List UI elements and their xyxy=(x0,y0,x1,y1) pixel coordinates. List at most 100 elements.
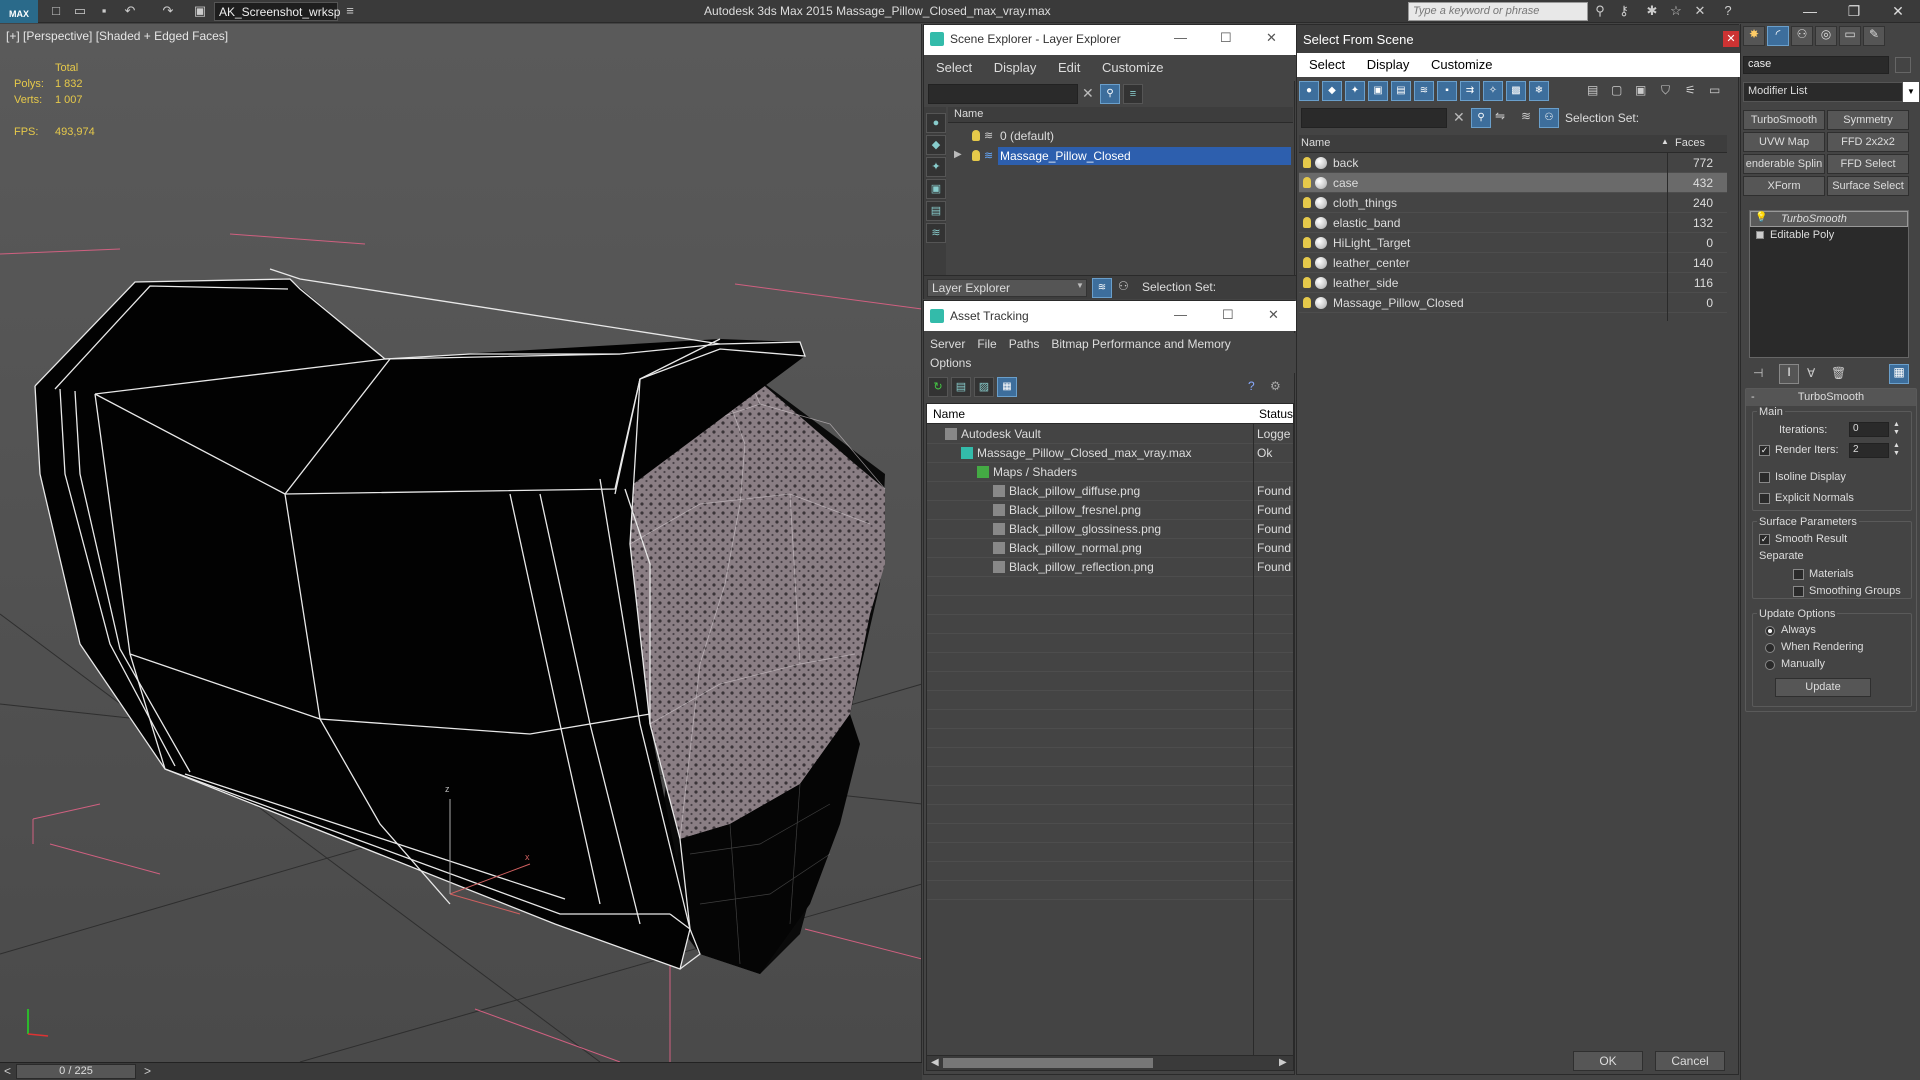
sfs-col-faces[interactable]: Faces xyxy=(1675,137,1705,149)
exchange-icon[interactable]: ✕ xyxy=(1692,3,1708,19)
se-cameras-filter-icon[interactable]: ▣ xyxy=(926,179,946,199)
sfs-bones-icon[interactable]: ✧ xyxy=(1483,81,1503,101)
sfs-shapes-icon[interactable]: ◆ xyxy=(1322,81,1342,101)
at-col-name[interactable]: Name xyxy=(933,407,965,421)
sfs-col-name[interactable]: Name xyxy=(1301,137,1330,149)
viewport-label[interactable]: [+] [Perspective] [Shaded + Edged Faces] xyxy=(6,29,228,43)
se-helpers-filter-icon[interactable]: ▤ xyxy=(926,201,946,221)
scene-object-row[interactable]: leather_center 140 xyxy=(1299,253,1727,273)
asset-tracking-maximize-icon[interactable]: ☐ xyxy=(1222,307,1234,323)
expand-arrow-icon[interactable]: ▶ xyxy=(954,149,962,160)
asset-row[interactable]: Black_pillow_normal.png Found xyxy=(927,539,1293,558)
mod-button-ffd[interactable]: FFD 2x2x2 xyxy=(1827,132,1909,152)
render-iters-spinner-arrows-icon[interactable]: ▲ ▼ xyxy=(1893,442,1900,458)
sfs-display-invert-icon[interactable]: ▣ xyxy=(1635,83,1646,97)
object-visibility-icon[interactable] xyxy=(1303,257,1311,268)
manually-radio[interactable] xyxy=(1765,660,1775,670)
keyword-search-input[interactable]: Type a keyword or phrase xyxy=(1408,2,1588,21)
expand-plus-icon[interactable] xyxy=(1756,231,1764,239)
time-prev-button[interactable]: < xyxy=(4,1064,11,1078)
subscription-icon[interactable]: ✱ xyxy=(1644,3,1660,19)
mod-button-surface-select[interactable]: Surface Select xyxy=(1827,176,1909,196)
asset-row[interactable]: Black_pillow_glossiness.png Found xyxy=(927,520,1293,539)
at-horizontal-scrollbar[interactable]: ◀ ▶ xyxy=(926,1055,1294,1071)
at-table-view-icon[interactable]: ▦ xyxy=(997,377,1017,397)
sfs-filter-icon[interactable]: ⛉ xyxy=(1661,83,1670,98)
minimize-window-icon[interactable]: — xyxy=(1788,0,1832,22)
sfs-cancel-button[interactable]: Cancel xyxy=(1655,1051,1725,1071)
se-lights-filter-icon[interactable]: ✦ xyxy=(926,157,946,177)
sort-ascending-icon[interactable]: ▲ xyxy=(1661,137,1669,146)
binoculars-icon[interactable]: ⚲ xyxy=(1592,3,1608,19)
se-layer-options-icon[interactable]: ≡ xyxy=(1123,84,1143,104)
se-filter-icon[interactable]: ⚲ xyxy=(1100,84,1120,104)
asset-row[interactable]: Black_pillow_fresnel.png Found xyxy=(927,501,1293,520)
scene-explorer-minimize-icon[interactable]: — xyxy=(1174,30,1187,45)
se-hierarchy-icon[interactable]: ⚇ xyxy=(1118,279,1129,293)
se-menu-customize[interactable]: Customize xyxy=(1102,60,1163,75)
dropdown-arrow-icon[interactable]: ▼ xyxy=(1076,281,1084,290)
se-clear-search-icon[interactable]: ✕ xyxy=(1082,85,1094,102)
time-slider-thumb[interactable]: 0 / 225 xyxy=(16,1064,136,1079)
mod-button-xform[interactable]: XForm xyxy=(1743,176,1825,196)
asset-row[interactable]: Autodesk Vault Logge xyxy=(927,425,1293,444)
render-iters-checkbox[interactable]: ✓ xyxy=(1759,445,1770,456)
materials-checkbox[interactable] xyxy=(1793,569,1804,580)
sfs-display-all-icon[interactable]: ▤ xyxy=(1587,83,1598,97)
scene-object-row[interactable]: HiLight_Target 0 xyxy=(1299,233,1727,253)
sfs-find-icon[interactable]: ⚲ xyxy=(1471,108,1491,128)
sfs-groups-icon[interactable]: ▪ xyxy=(1437,81,1457,101)
object-visibility-icon[interactable] xyxy=(1303,157,1311,168)
se-geometry-filter-icon[interactable]: ● xyxy=(926,113,946,133)
help-icon[interactable]: ? xyxy=(1720,3,1736,19)
motion-tab-icon[interactable]: ◎ xyxy=(1815,26,1837,46)
object-visibility-icon[interactable] xyxy=(1303,297,1311,308)
sfs-clear-search-icon[interactable]: ✕ xyxy=(1453,109,1465,126)
scene-object-row[interactable]: case 432 xyxy=(1299,173,1727,193)
modifier-list-dropdown[interactable]: Modifier List xyxy=(1743,82,1903,102)
mod-button-turbosmooth[interactable]: TurboSmooth xyxy=(1743,110,1825,130)
sfs-frozen-icon[interactable]: ❄ xyxy=(1529,81,1549,101)
sfs-menu-display[interactable]: Display xyxy=(1367,57,1410,72)
sfs-layers-icon[interactable]: ≋ xyxy=(1521,109,1531,123)
sfs-display-none-icon[interactable]: ▢ xyxy=(1611,83,1622,97)
close-window-icon[interactable]: ✕ xyxy=(1876,0,1920,22)
se-spacewarps-filter-icon[interactable]: ≋ xyxy=(926,223,946,243)
at-thumbnails-icon[interactable]: ▨ xyxy=(974,377,994,397)
scene-explorer-close-icon[interactable]: ✕ xyxy=(1266,30,1277,46)
scroll-right-icon[interactable]: ▶ xyxy=(1279,1057,1287,1068)
isoline-display-checkbox[interactable] xyxy=(1759,472,1770,483)
scene-explorer-search-input[interactable] xyxy=(928,84,1078,104)
show-end-result-icon[interactable]: I xyxy=(1779,364,1799,384)
scene-object-row[interactable]: elastic_band 132 xyxy=(1299,213,1727,233)
sfs-titlebar[interactable]: Select From Scene ✕ xyxy=(1297,25,1740,53)
favorite-star-icon[interactable]: ☆ xyxy=(1668,3,1684,19)
sfs-menu-customize[interactable]: Customize xyxy=(1431,57,1492,72)
iterations-spinner-arrows-icon[interactable]: ▲ ▼ xyxy=(1893,421,1900,437)
stack-bulb-icon[interactable]: 💡 xyxy=(1755,212,1767,223)
workspace-dropdown[interactable]: AK_Screenshot_wrksp xyxy=(214,2,340,21)
se-sort-icon[interactable]: ≋ xyxy=(1092,278,1112,298)
display-tab-icon[interactable]: ▭ xyxy=(1839,26,1861,46)
hierarchy-tab-icon[interactable]: ⚇ xyxy=(1791,26,1813,46)
sfs-containers-icon[interactable]: ▩ xyxy=(1506,81,1526,101)
sfs-close-icon[interactable]: ✕ xyxy=(1723,31,1739,47)
at-refresh-icon[interactable]: ↻ xyxy=(928,377,948,397)
object-color-swatch[interactable] xyxy=(1895,57,1911,73)
restore-window-icon[interactable]: ❐ xyxy=(1832,0,1876,22)
asset-row[interactable]: Black_pillow_reflection.png Found xyxy=(927,558,1293,577)
scroll-thumb[interactable] xyxy=(943,1058,1153,1068)
stack-item-turbosmooth[interactable]: 💡 TurboSmooth xyxy=(1750,211,1908,227)
scene-object-row[interactable]: leather_side 116 xyxy=(1299,273,1727,293)
project-folder-icon[interactable]: ▣ xyxy=(192,3,208,19)
open-file-icon[interactable]: ▭ xyxy=(72,3,88,19)
scene-object-row[interactable]: back 772 xyxy=(1299,153,1727,173)
asset-row[interactable]: Maps / Shaders xyxy=(927,463,1293,482)
sfs-xrefs-icon[interactable]: ⇉ xyxy=(1460,81,1480,101)
stack-item-editable-poly[interactable]: Editable Poly xyxy=(1750,228,1908,244)
object-visibility-icon[interactable] xyxy=(1303,277,1311,288)
remove-modifier-icon[interactable]: 🗑 xyxy=(1831,366,1846,380)
update-button[interactable]: Update xyxy=(1775,678,1871,697)
at-menu-paths[interactable]: Paths xyxy=(1009,335,1040,354)
render-iters-spinner[interactable]: 2 xyxy=(1849,443,1889,458)
